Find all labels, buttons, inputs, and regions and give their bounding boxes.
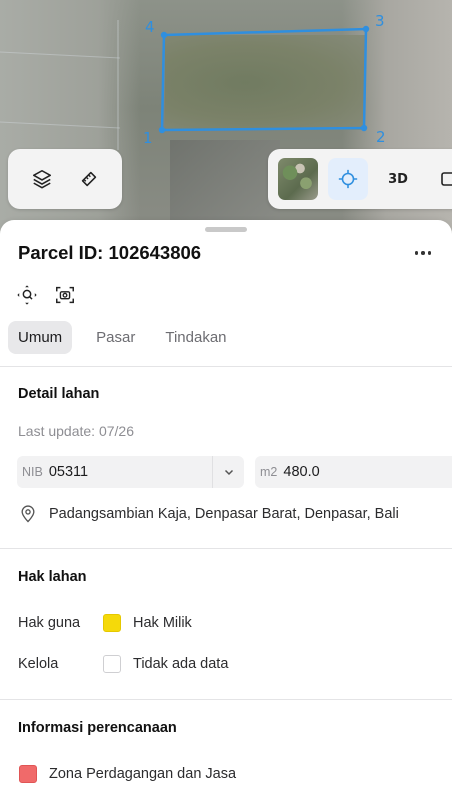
vertex-label-3: 3: [375, 12, 385, 30]
right-of-use-value: Hak Milik: [133, 615, 192, 631]
tab-tindakan[interactable]: Tindakan: [155, 321, 236, 354]
zone-text: Zona Perdagangan dan Jasa: [49, 766, 237, 782]
more-dot: [427, 251, 432, 255]
rights-heading: Hak lahan: [18, 569, 87, 585]
area-field[interactable]: m2 480.0: [255, 456, 452, 488]
locate-button[interactable]: [328, 158, 368, 200]
vertex-label-1: 1: [143, 129, 153, 147]
zoom-to-parcel-button[interactable]: [14, 282, 40, 308]
square-button[interactable]: [428, 158, 452, 200]
layers-button[interactable]: [21, 158, 63, 200]
tab-bar: Umum Pasar Tindakan: [8, 321, 237, 354]
chevron-down-icon: [224, 469, 233, 476]
nib-dropdown[interactable]: [212, 456, 244, 488]
crosshair-icon: [338, 169, 358, 189]
right-of-use-swatch: [103, 614, 121, 632]
detail-heading: Detail lahan: [18, 386, 100, 402]
vertex-label-4: 4: [145, 18, 155, 36]
zone-swatch: [19, 765, 37, 783]
nib-value: 05311: [48, 464, 89, 480]
parcel-title: Parcel ID: 102643806: [18, 242, 202, 263]
3d-label: 3D: [388, 171, 408, 187]
3d-toggle-button[interactable]: 3D: [378, 158, 418, 200]
vertex-label-2: 2: [376, 128, 386, 146]
tab-pasar[interactable]: Pasar: [86, 321, 145, 354]
measure-icon: [81, 171, 96, 187]
more-horizontal-icon: [414, 251, 419, 255]
nib-field[interactable]: NIB 05311: [17, 456, 244, 488]
location-pin-icon: [21, 505, 35, 523]
planning-heading: Informasi perencanaan: [18, 720, 177, 736]
layers-icon: [32, 169, 51, 189]
managed-swatch: [103, 655, 121, 673]
divider: [0, 548, 452, 549]
address-text: Padangsambian Kaja, Denpasar Barat, Denp…: [49, 506, 399, 522]
area-unit: m2: [260, 465, 278, 479]
zoom-to-parcel-icon: [17, 285, 37, 305]
map-view-panel: 3D: [268, 149, 452, 209]
right-of-use-label: Hak guna: [18, 615, 81, 631]
sheet-drag-handle[interactable]: [205, 227, 247, 232]
nib-prefix: NIB: [22, 465, 43, 479]
map-tool-panel: [8, 149, 122, 209]
divider: [0, 366, 452, 367]
area-value: 480.0: [283, 464, 320, 480]
measure-button[interactable]: [68, 158, 110, 200]
managed-value: Tidak ada data: [133, 656, 229, 672]
tab-umum[interactable]: Umum: [8, 321, 73, 354]
basemap-thumbnail[interactable]: [278, 158, 318, 200]
parcel-actions: [14, 282, 78, 308]
parcel-detail-sheet: Parcel ID: 102643806 Umum Pasar Tindakan…: [0, 220, 452, 804]
managed-label: Kelola: [18, 656, 59, 672]
more-dot: [421, 251, 425, 255]
more-options-button[interactable]: [408, 242, 438, 264]
last-update-text: Last update: 07/26: [18, 423, 134, 439]
divider: [0, 699, 452, 700]
screenshot-button[interactable]: [52, 282, 78, 308]
map-view[interactable]: 1 2 3 4 3D: [0, 0, 452, 240]
screenshot-icon: [56, 286, 74, 304]
square-icon: [441, 172, 452, 186]
